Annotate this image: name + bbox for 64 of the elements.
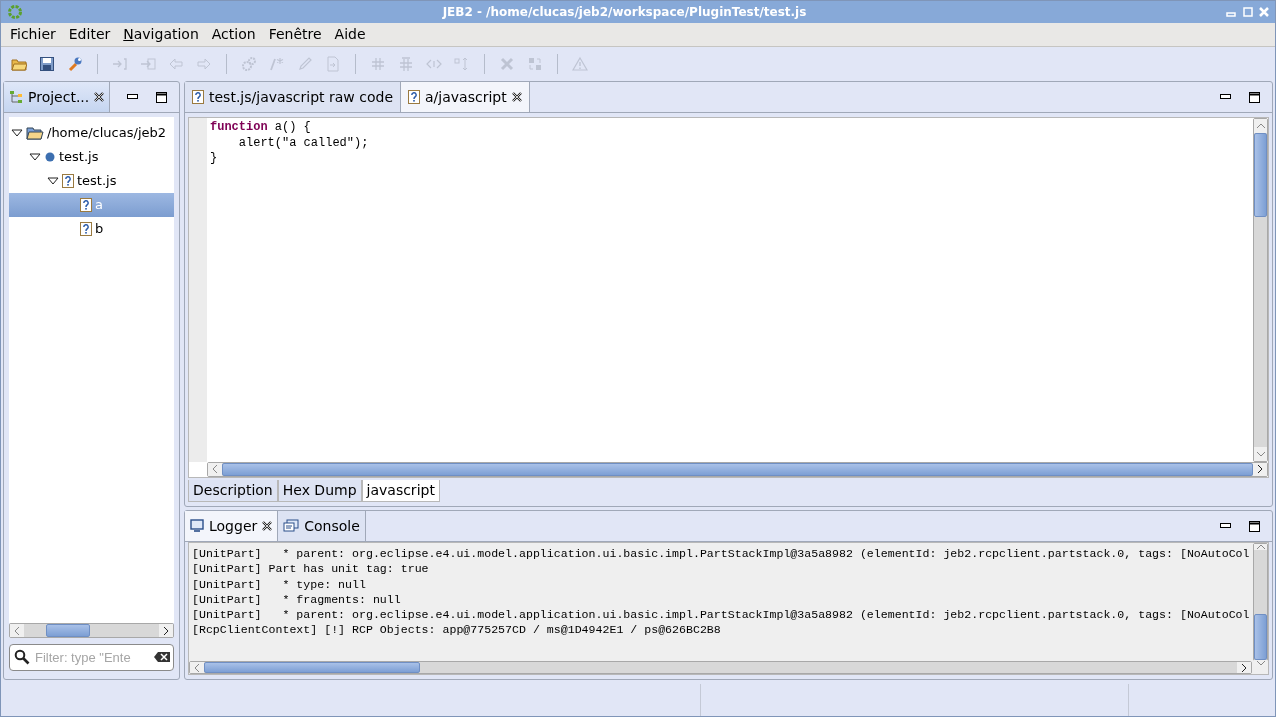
expanded-triangle-icon[interactable] [47,175,59,187]
tree-item[interactable]: /home/clucas/jeb2 [9,121,174,145]
question-file-icon [192,90,204,104]
expanded-triangle-icon[interactable] [11,127,23,139]
project-tab[interactable]: Project... [4,82,111,112]
dot-icon [44,151,56,163]
window-title: JEB2 - /home/clucas/jeb2/workspace/PluginTest/test.js [441,4,808,21]
question-file-icon [80,222,92,236]
close-icon[interactable] [94,92,105,102]
expanded-triangle-icon[interactable] [29,151,41,163]
question-file-icon [408,90,421,104]
view-tab[interactable]: Hex Dump [277,479,362,502]
close-icon[interactable] [511,92,522,102]
question-file-icon [62,174,74,188]
folder-icon[interactable] [11,56,27,72]
view-tab[interactable]: Description [188,479,278,502]
filter-field[interactable]: Filter: type "Ente [9,644,174,671]
menu-item[interactable]: Fenêtre [263,24,327,45]
wrench-icon[interactable] [67,56,83,72]
maximize-icon[interactable] [156,91,167,103]
code-line: } [210,151,219,167]
scroll-thumb[interactable] [1254,614,1267,660]
menu-item[interactable]: Action [206,24,261,45]
scroll-thumb[interactable] [46,624,90,637]
scroll-thumb[interactable] [1254,133,1267,217]
tree-item[interactable]: test.js [9,169,174,193]
tree-icon [9,90,23,104]
minimize-icon[interactable] [127,94,138,100]
log-line: [UnitPart] Part has unit tag: true [192,561,430,577]
tree-item[interactable]: test.js [9,145,174,169]
code-line: function a() { [210,120,312,136]
menu-item[interactable]: Aide [329,24,371,45]
menu-item[interactable]: Editer [63,24,116,45]
horizontal-scrollbar[interactable] [189,661,1252,674]
log-line: [UnitPart] * parent: org.eclipse.e4.ui.model.application.ui.basic.impl.PartStackImpl@3a5a8982 (elementId: jeb2.rcpclient.partstack.0, tags: [NoAutoCol [192,607,1250,623]
view-tab[interactable]: javascript [361,479,440,502]
maximize-icon[interactable] [1249,91,1260,103]
open-folder-icon [26,126,44,140]
editor-tab[interactable]: test.js/javascript raw code [185,82,402,112]
menu-item[interactable]: Navigation [118,24,204,45]
log-line: [RcpClientContext] [!] RCP Objects: app@775257CD / ms@1D4942E1 / ps@626BC2B8 [192,622,722,638]
minimize-icon[interactable] [1220,523,1231,529]
code-line: alert("a called"); [237,135,370,151]
tree-item[interactable]: b [9,217,174,241]
vertical-scrollbar[interactable] [1253,118,1268,462]
log-line: [UnitPart] * fragments: null [192,591,402,608]
scroll-thumb[interactable] [204,662,420,673]
question-file-icon [80,198,92,212]
log-line: [UnitPart] * parent: org.eclipse.e4.ui.model.application.ui.basic.impl.PartStackImpl@3a5a8982 (elementId: jeb2.rcpclient.partstack.0, tags: [NoAutoCol [192,546,1250,562]
minimize-icon[interactable] [1220,94,1231,100]
monitor-icon [190,519,204,533]
save-icon[interactable] [39,56,55,72]
log-line: [UnitPart] * type: null [192,576,367,592]
panel-tab[interactable]: Logger [185,511,279,541]
console-icon [283,519,300,533]
panel-tab[interactable]: Console [278,511,366,541]
menu-item[interactable]: Fichier [5,24,61,45]
close-icon[interactable] [262,521,273,531]
clear-icon[interactable] [153,651,171,663]
editor-tab[interactable]: a/javascript [401,82,530,112]
ring-logo [7,4,23,20]
horizontal-scrollbar[interactable] [9,623,174,638]
maximize-icon[interactable] [1249,520,1260,532]
search-icon [14,649,30,665]
